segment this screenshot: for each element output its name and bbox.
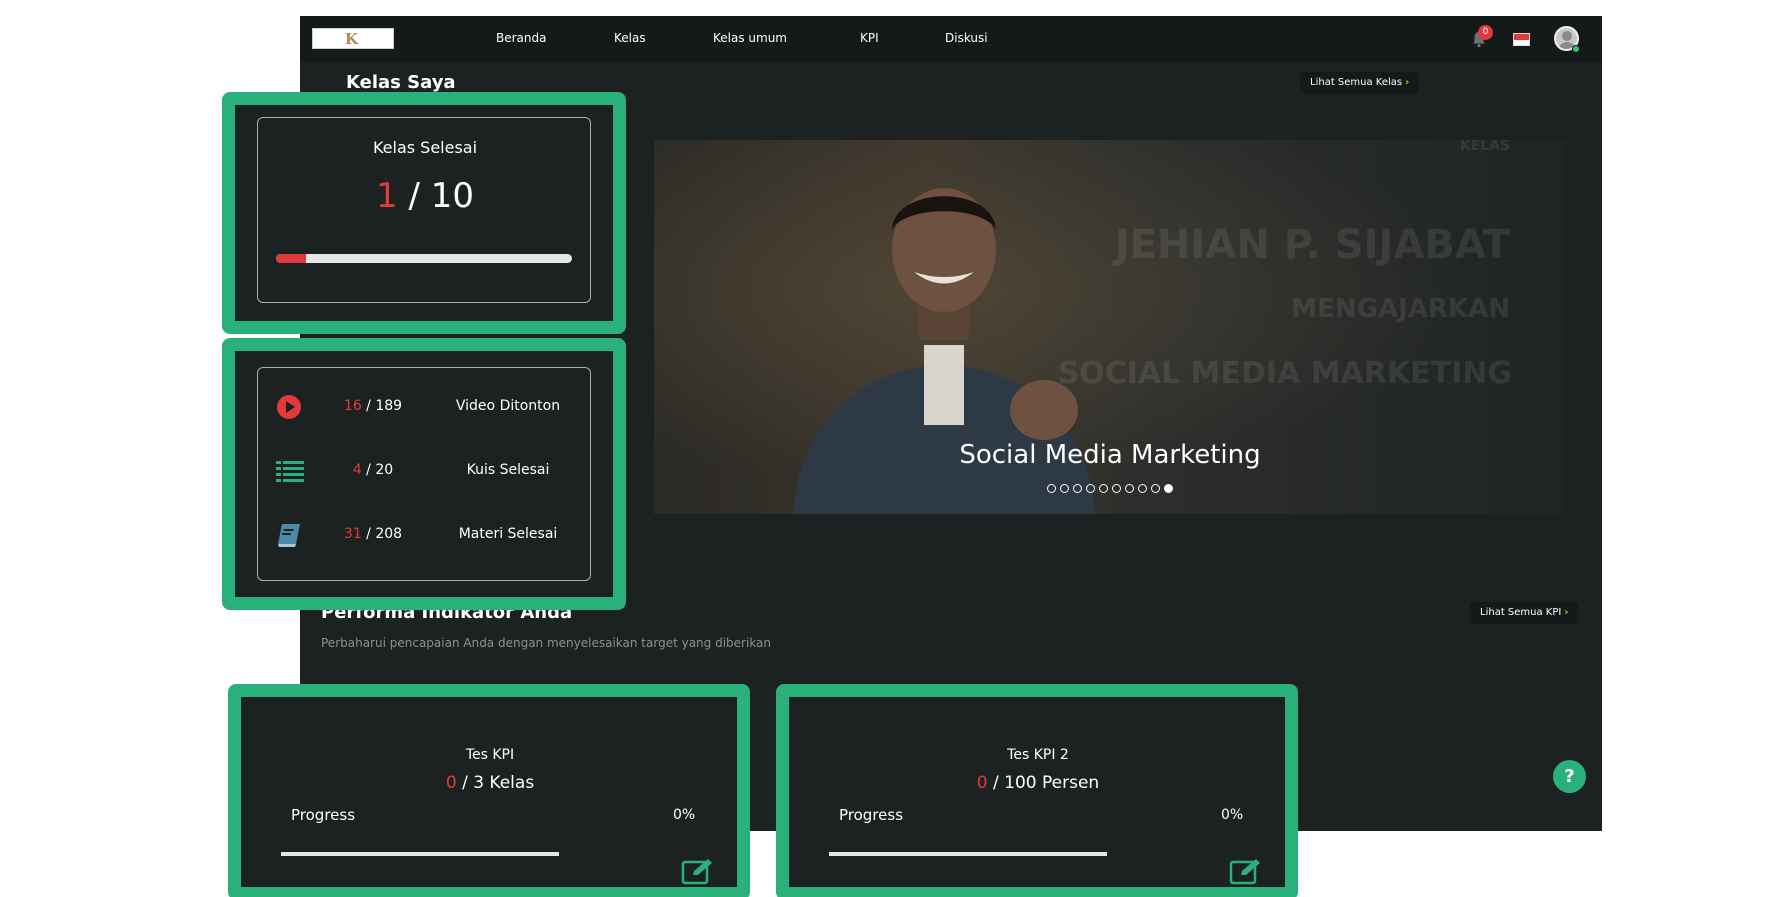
lihat-semua-kelas-label: Lihat Semua Kelas	[1310, 77, 1403, 88]
stat-video-count: 16 / 189	[343, 398, 403, 414]
kelas-selesai-progress-track	[276, 254, 572, 263]
carousel-dot[interactable]	[1086, 484, 1095, 493]
kelas-selesai-progress-fill	[276, 254, 306, 263]
online-status-dot	[1572, 45, 1580, 53]
carousel-indicators	[654, 484, 1566, 493]
kpi-2-title: Tes KPI 2	[1007, 747, 1069, 763]
nav-item-kelas[interactable]: Kelas	[614, 31, 646, 45]
kelas-selesai-title: Kelas Selesai	[372, 138, 478, 157]
brand-logo-mark: K	[345, 30, 359, 48]
help-button[interactable]: ?	[1553, 760, 1586, 793]
kelas-selesai-highlight: Kelas Selesai 1 / 10	[222, 92, 626, 334]
stat-row-materi: 31 / 208 Materi Selesai	[258, 520, 592, 550]
carousel-dot[interactable]	[1138, 484, 1147, 493]
course-banner-carousel[interactable]: KELAS JEHIAN P. SIJABAT MENGAJARKAN SOCI…	[654, 140, 1566, 514]
kpi-2-rest: / 100 Persen	[993, 773, 1100, 793]
edit-icon[interactable]	[1229, 857, 1263, 885]
kpi-card-1-highlight[interactable]: Tes KPI 0 / 3 Kelas Progress 0%	[228, 684, 750, 897]
kpi-1-value: 0 / 3 Kelas	[241, 773, 739, 793]
stat-video-label: Video Ditonton	[455, 398, 561, 414]
kpi-1-rest: / 3 Kelas	[462, 773, 535, 793]
kpi-1-progress-track	[281, 852, 559, 856]
learning-stats-card: 16 / 189 Video Ditonton 4 / 20 Kuis Sele…	[257, 367, 591, 581]
nav-item-diskusi[interactable]: Diskusi	[945, 31, 988, 45]
carousel-dot[interactable]	[1099, 484, 1108, 493]
stat-row-kuis: 4 / 20 Kuis Selesai	[258, 456, 592, 486]
carousel-dot[interactable]	[1112, 484, 1121, 493]
notification-badge: 0	[1478, 25, 1493, 40]
stat-kuis-count: 4 / 20	[352, 462, 394, 478]
kpi-card-2-highlight[interactable]: Tes KPI 2 0 / 100 Persen Progress 0%	[776, 684, 1298, 897]
stat-video-done: 16	[343, 398, 362, 414]
chevron-right-icon: ›	[1564, 607, 1569, 618]
carousel-dot[interactable]	[1047, 484, 1056, 493]
nav-item-beranda[interactable]: Beranda	[496, 31, 546, 45]
kpi-1-percent: 0%	[673, 807, 696, 823]
kpi-1-done: 0	[445, 773, 457, 793]
kelas-saya-title: Kelas Saya	[346, 72, 456, 93]
help-icon: ?	[1564, 766, 1575, 787]
lihat-semua-kelas-button[interactable]: Lihat Semua Kelas ›	[1300, 72, 1420, 94]
banner-teaches-label: MENGAJARKAN	[1291, 294, 1510, 324]
edit-icon[interactable]	[681, 857, 715, 885]
kelas-selesai-card[interactable]: Kelas Selesai 1 / 10	[257, 117, 591, 303]
carousel-dot[interactable]	[1164, 484, 1173, 493]
stat-materi-label: Materi Selesai	[458, 526, 558, 542]
kpi-2-value: 0 / 100 Persen	[789, 773, 1287, 793]
kelas-selesai-total: 10	[430, 176, 474, 216]
top-navbar: K Beranda Kelas Kelas umum KPI Diskusi 0	[300, 16, 1602, 62]
carousel-dot[interactable]	[1073, 484, 1082, 493]
kpi-2-progress-label: Progress	[839, 806, 904, 824]
banner-kelas-label: KELAS	[1459, 140, 1510, 154]
book-icon	[278, 524, 300, 547]
banner-caption: Social Media Marketing	[959, 440, 1261, 470]
kelas-selesai-done: 1	[376, 176, 398, 216]
screenshot-canvas: K Beranda Kelas Kelas umum KPI Diskusi 0	[0, 0, 1776, 897]
brand-logo[interactable]: K	[312, 28, 394, 49]
learning-stats-highlight: 16 / 189 Video Ditonton 4 / 20 Kuis Sele…	[222, 338, 626, 610]
banner-instructor-name: JEHIAN P. SIJABAT	[1114, 222, 1510, 268]
list-icon	[276, 461, 304, 482]
indonesia-flag-icon[interactable]	[1513, 33, 1530, 46]
carousel-dot[interactable]	[1060, 484, 1069, 493]
stat-materi-done: 31	[343, 526, 362, 542]
kpi-2-done: 0	[976, 773, 988, 793]
banner-course-name: SOCIAL MEDIA MARKETING	[1057, 356, 1512, 391]
nav-item-kelas-umum[interactable]: Kelas umum	[713, 31, 787, 45]
stat-kuis-label: Kuis Selesai	[466, 462, 550, 478]
kpi-2-progress-track	[829, 852, 1107, 856]
stat-kuis-total: 20	[375, 462, 394, 478]
lihat-semua-kpi-label: Lihat Semua KPI	[1480, 607, 1562, 618]
kpi-1-title: Tes KPI	[465, 747, 515, 763]
avatar-head	[1562, 31, 1572, 41]
carousel-dot[interactable]	[1151, 484, 1160, 493]
flag-white-stripe	[1514, 39, 1529, 45]
stat-materi-total: 208	[375, 526, 403, 542]
play-circle-icon	[277, 395, 301, 419]
kpi-1-progress-label: Progress	[291, 806, 356, 824]
chevron-right-icon: ›	[1405, 77, 1410, 88]
stat-row-video: 16 / 189 Video Ditonton	[258, 392, 592, 422]
kpi-2-percent: 0%	[1221, 807, 1244, 823]
stat-materi-count: 31 / 208	[343, 526, 403, 542]
stat-kuis-done: 4	[352, 462, 362, 478]
performa-subtitle: Perbaharui pencapaian Anda dengan menyel…	[321, 636, 772, 650]
stat-video-total: 189	[375, 398, 403, 414]
lihat-semua-kpi-button[interactable]: Lihat Semua KPI ›	[1470, 602, 1579, 624]
nav-item-kpi[interactable]: KPI	[860, 31, 879, 45]
carousel-dot[interactable]	[1125, 484, 1134, 493]
kelas-selesai-separator: /	[408, 176, 420, 216]
kelas-selesai-count: 1 / 10	[258, 176, 592, 216]
